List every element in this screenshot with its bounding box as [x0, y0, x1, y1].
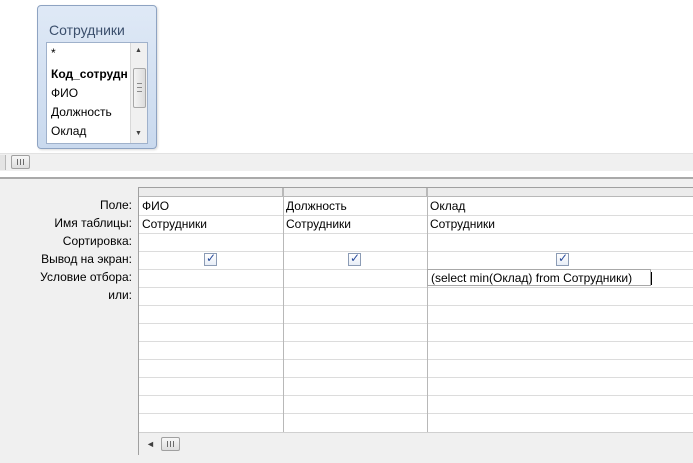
checkbox-checked-icon[interactable]: ✓	[348, 251, 361, 266]
grip-line	[167, 441, 168, 447]
field-list[interactable]: * Код_сотрудн ФИО Должность Оклад ▲ ▼	[46, 42, 148, 144]
query-design-grid-area: Поле: Имя таблицы: Сортировка: Вывод на …	[0, 179, 693, 463]
column-selector-2[interactable]	[283, 188, 427, 197]
scroll-thumb[interactable]	[133, 68, 146, 108]
row-label-criteria: Условие отбора:	[40, 270, 132, 284]
grid-row-divider	[139, 215, 693, 216]
grid-row-divider	[139, 377, 693, 378]
grip-line	[17, 159, 18, 165]
grip-line	[173, 441, 174, 447]
grid-column-divider	[283, 188, 284, 432]
checkmark-icon: ✓	[206, 251, 217, 265]
scroll-left-arrow-icon[interactable]: ◄	[146, 439, 155, 449]
row-label-table: Имя таблицы:	[54, 216, 132, 230]
criteria-input-text: (select min(Оклад) from Сотрудники)	[431, 271, 633, 285]
grid-horizontal-scrollbar[interactable]: ◄	[139, 432, 693, 455]
scroll-left-stub[interactable]	[0, 155, 6, 170]
cell-field-3[interactable]: Оклад	[430, 199, 465, 213]
cell-field-1[interactable]: ФИО	[142, 199, 169, 213]
grip-line	[137, 83, 142, 84]
text-caret	[651, 272, 652, 285]
column-selector-1[interactable]	[139, 188, 283, 197]
field-item-all[interactable]: *	[51, 46, 56, 60]
criteria-input[interactable]: (select min(Оклад) from Сотрудники)	[427, 269, 652, 286]
scroll-up-arrow-icon[interactable]: ▲	[135, 47, 142, 55]
grid-row-divider	[139, 395, 693, 396]
scroll-thumb-grip-icon[interactable]	[11, 155, 30, 169]
grip-line	[20, 159, 21, 165]
checkbox-checked-icon[interactable]: ✓	[556, 251, 569, 266]
cell-table-2[interactable]: Сотрудники	[286, 217, 351, 231]
cell-field-2[interactable]: Должность	[286, 199, 347, 213]
grid-column-divider	[427, 188, 428, 432]
grip-line	[170, 441, 171, 447]
cell-table-3[interactable]: Сотрудники	[430, 217, 495, 231]
grid-row-divider	[139, 251, 693, 252]
query-design-upper-pane: Сотрудники * Код_сотрудн ФИО Должность О…	[0, 0, 693, 153]
grid-row-divider	[139, 323, 693, 324]
scroll-down-arrow-icon[interactable]: ▼	[135, 130, 142, 138]
grip-line	[23, 159, 24, 165]
grip-line	[137, 87, 142, 88]
row-label-show: Вывод на экран:	[41, 252, 132, 266]
grid-row-divider	[139, 233, 693, 234]
table-title[interactable]: Сотрудники	[49, 22, 125, 38]
qbe-grid: ФИО Должность Оклад Сотрудники Сотрудник…	[138, 187, 693, 455]
checkmark-icon: ✓	[558, 251, 569, 265]
field-item-salary[interactable]: Оклад	[51, 124, 86, 138]
row-label-field: Поле:	[99, 198, 132, 212]
column-selector-3[interactable]	[427, 188, 693, 197]
grid-row-divider	[139, 413, 693, 414]
grid-row-divider	[139, 305, 693, 306]
checkmark-icon: ✓	[350, 251, 361, 265]
field-item-fio[interactable]: ФИО	[51, 86, 78, 100]
row-label-sort: Сортировка:	[62, 234, 132, 248]
grid-row-divider	[139, 287, 693, 288]
field-list-scrollbar[interactable]: ▲ ▼	[130, 43, 147, 143]
cell-table-1[interactable]: Сотрудники	[142, 217, 207, 231]
grip-line	[137, 91, 142, 92]
scroll-thumb-grip-icon[interactable]	[161, 437, 180, 451]
field-item-position[interactable]: Должность	[51, 105, 112, 119]
table-field-list-window[interactable]: Сотрудники * Код_сотрудн ФИО Должность О…	[37, 5, 157, 149]
upper-pane-scrollbar[interactable]	[0, 153, 693, 171]
field-item-key[interactable]: Код_сотрудн	[51, 67, 128, 81]
grid-row-divider	[139, 341, 693, 342]
grid-row-divider	[139, 359, 693, 360]
checkbox-checked-icon[interactable]: ✓	[204, 251, 217, 266]
row-label-or: или:	[108, 288, 132, 302]
